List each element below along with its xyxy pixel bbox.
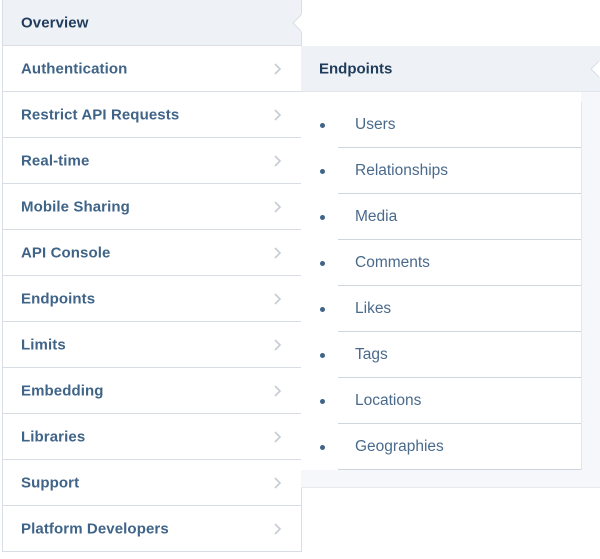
bullet-icon [320,444,325,450]
active-notch-icon [590,58,600,79]
nav-item-embedding[interactable]: Embedding [3,368,301,414]
list-item-label: Media [355,208,398,225]
nav-item-label: Platform Developers [21,520,169,537]
chevron-right-icon [273,292,283,305]
list-item-label: Likes [355,300,392,317]
list-item-locations[interactable]: Locations [301,378,581,424]
bullet-icon [320,122,325,128]
nav-item-label: Real-time [21,152,90,169]
list-item-label: Users [355,116,396,133]
bullet-icon [320,398,325,404]
nav-item-label: API Console [21,244,111,261]
list-item-relationships[interactable]: Relationships [301,148,581,194]
bullet-icon [320,214,325,220]
list-item-label: Locations [355,392,422,409]
bullet-icon [320,168,325,174]
nav-item-label: Authentication [21,60,128,77]
chevron-right-icon [273,154,283,167]
list-item-label: Relationships [355,162,449,179]
list-item-tags[interactable]: Tags [301,332,581,378]
list-item-likes[interactable]: Likes [301,286,581,332]
nav-item-limits[interactable]: Limits [3,322,301,368]
nav-item-label: Mobile Sharing [21,198,130,215]
active-notch-icon [292,12,303,33]
nav-item-libraries[interactable]: Libraries [3,414,301,460]
chevron-right-icon [273,200,283,213]
nav-item-api-console[interactable]: API Console [3,230,301,276]
bullet-icon [320,260,325,266]
bullet-icon [320,306,325,312]
subpanel-title: Endpoints [319,60,393,77]
nav-item-mobile-sharing[interactable]: Mobile Sharing [3,184,301,230]
nav-item-overview[interactable]: Overview [3,0,303,46]
list-item-label: Comments [355,254,430,271]
sidebar-nav: Overview Authentication Restrict API Req… [2,0,303,552]
endpoints-list: Users Relationships Media Comments Likes… [301,92,582,470]
nav-item-platform-developers[interactable]: Platform Developers [3,506,301,552]
bullet-icon [320,352,325,358]
list-item-label: Tags [355,346,388,363]
nav-item-endpoints[interactable]: Endpoints [3,276,301,322]
chevron-right-icon [273,476,283,489]
nav-item-label: Support [21,474,80,491]
nav-item-label: Embedding [21,382,104,399]
chevron-right-icon [273,246,283,259]
nav-item-label: Endpoints [21,290,96,307]
list-item-comments[interactable]: Comments [301,240,581,286]
chevron-right-icon [273,338,283,351]
list-item-geographies[interactable]: Geographies [301,424,581,470]
chevron-right-icon [273,384,283,397]
list-item-media[interactable]: Media [301,194,581,240]
nav-item-label: Limits [21,336,66,353]
list-item-users[interactable]: Users [301,102,581,148]
nav-item-authentication[interactable]: Authentication [3,46,301,92]
nav-item-label: Restrict API Requests [21,106,180,123]
chevron-right-icon [273,108,283,121]
nav-item-support[interactable]: Support [3,460,301,506]
chevron-right-icon [273,430,283,443]
nav-item-label: Overview [21,14,89,31]
divider [338,469,581,470]
subpanel-header[interactable]: Endpoints [301,46,600,92]
nav-item-real-time[interactable]: Real-time [3,138,301,184]
nav-item-restrict-api-requests[interactable]: Restrict API Requests [3,92,301,138]
chevron-right-icon [273,522,283,535]
endpoints-subpanel: Endpoints Users Relationships Media Comm… [301,46,600,488]
nav-item-label: Libraries [21,428,86,445]
list-item-label: Geographies [355,438,444,455]
chevron-right-icon [273,62,283,75]
